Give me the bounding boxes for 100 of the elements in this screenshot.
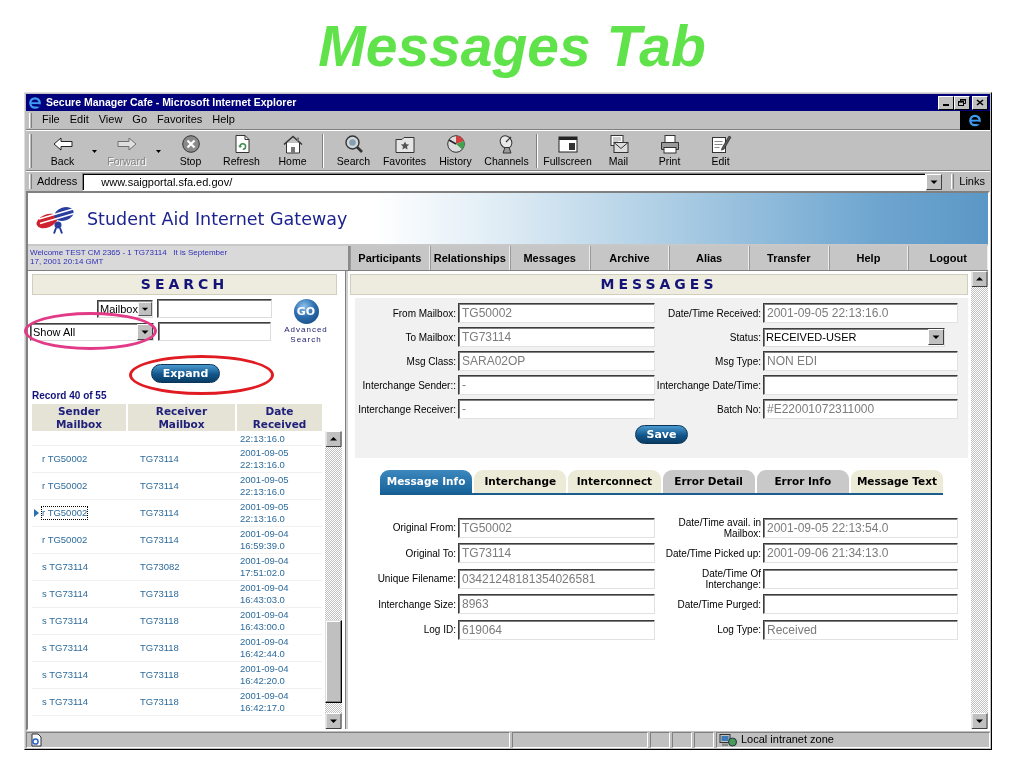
text-field[interactable] — [763, 568, 958, 589]
text-field[interactable]: 03421248181354026581 — [458, 568, 655, 589]
date-received[interactable]: 2001-09-04 16:43:03.0 — [240, 581, 322, 606]
text-field[interactable]: #E22001072311000 — [763, 399, 958, 419]
stop-button[interactable]: Stop — [165, 132, 216, 169]
date-received[interactable]: 2001-09-04 16:42:20.0 — [240, 662, 322, 687]
receiver-mailbox[interactable]: TG73114 — [140, 453, 179, 466]
receiver-mailbox[interactable]: TG73114 — [140, 507, 179, 520]
home-button[interactable]: Home — [267, 132, 318, 169]
menu-item[interactable]: Edit — [64, 113, 94, 127]
receiver-mailbox[interactable]: TG73118 — [140, 588, 179, 601]
text-field[interactable] — [763, 375, 958, 395]
text-field[interactable]: TG73114 — [458, 327, 655, 347]
caret-icon[interactable] — [92, 150, 97, 153]
sender-mailbox[interactable]: r TG50002 — [42, 480, 88, 492]
back-button[interactable]: Back — [37, 132, 88, 169]
text-field[interactable]: 8963 — [458, 594, 655, 615]
field-select[interactable]: Mailbox — [97, 299, 153, 318]
menu-item[interactable]: Favorites — [152, 113, 208, 127]
nav-link[interactable]: Participants — [350, 246, 430, 270]
text-field[interactable]: NON EDI — [763, 351, 958, 371]
text-field[interactable]: SARA02OP — [458, 351, 655, 371]
receiver-mailbox[interactable]: TG73114 — [140, 534, 179, 547]
go-button[interactable]: GO — [293, 299, 319, 324]
receiver-mailbox[interactable]: TG73118 — [140, 669, 179, 682]
scroll-up-arrow-icon[interactable] — [325, 431, 342, 447]
nav-link[interactable]: Archive — [589, 246, 670, 270]
menu-item[interactable]: Help — [207, 113, 240, 127]
edit-button[interactable]: Edit — [695, 132, 746, 169]
date-received[interactable]: 2001-09-04 16:42:44.0 — [240, 635, 322, 660]
sender-mailbox[interactable]: r TG50002 — [42, 507, 88, 519]
nav-link[interactable]: Help — [828, 246, 909, 270]
close-button[interactable] — [972, 95, 988, 110]
text-field[interactable]: TG50002 — [458, 517, 655, 538]
advanced-search-link[interactable]: Advanced Search — [281, 325, 331, 345]
receiver-mailbox[interactable]: TG73118 — [140, 615, 179, 628]
scrollbar-thumb[interactable] — [325, 620, 342, 703]
menu-item[interactable]: File — [37, 113, 65, 127]
date-received[interactable]: 2001-09-04 16:59:39.0 — [240, 527, 322, 552]
minimize-button[interactable] — [938, 95, 954, 110]
favorites-button[interactable]: Favorites — [379, 132, 430, 169]
scroll-up-arrow-icon[interactable] — [971, 271, 988, 287]
dropdown-arrow-icon[interactable] — [926, 173, 943, 190]
text-field[interactable]: TG73114 — [458, 543, 655, 564]
tab[interactable]: Message Text — [850, 470, 944, 493]
text-field[interactable]: TG50002 — [458, 303, 655, 323]
text-field[interactable]: 619064 — [458, 619, 655, 640]
receiver-mailbox[interactable]: TG73082 — [140, 561, 180, 574]
dropdown-arrow-icon[interactable] — [137, 300, 152, 317]
menu-item[interactable]: View — [93, 113, 128, 127]
text-field[interactable]: - — [458, 399, 655, 419]
sender-mailbox[interactable]: s TG73114 — [42, 588, 89, 600]
address-field[interactable]: www.saigportal.sfa.ed.gov/ — [82, 172, 927, 191]
menu-item[interactable]: Go — [127, 113, 153, 127]
expand-button[interactable]: Expand — [150, 364, 221, 383]
text-field[interactable]: Received — [763, 619, 958, 640]
text-field[interactable]: 2001-09-05 22:13:16.0 — [763, 303, 958, 323]
tab[interactable]: Interchange — [474, 470, 567, 493]
date-received[interactable]: 22:13:16.0 — [240, 432, 285, 445]
date-received[interactable]: 2001-09-04 16:43:00.0 — [240, 608, 322, 633]
history-button[interactable]: History — [430, 132, 481, 169]
restore-button[interactable] — [954, 95, 970, 110]
scroll-down-arrow-icon[interactable] — [971, 713, 988, 729]
sender-mailbox[interactable]: s TG73114 — [42, 642, 89, 654]
fullscreen-button[interactable]: Fullscreen — [542, 132, 593, 169]
scrollbar-track[interactable] — [325, 431, 342, 729]
channels-button[interactable]: Channels — [481, 132, 532, 169]
date-received[interactable]: 2001-09-04 16:42:17.0 — [240, 689, 322, 714]
nav-link[interactable]: Relationships — [429, 246, 510, 270]
sender-mailbox[interactable]: s TG73114 — [42, 561, 89, 573]
print-button[interactable]: Print — [644, 132, 695, 169]
receiver-mailbox[interactable]: TG73118 — [140, 642, 179, 655]
search-field[interactable] — [158, 322, 271, 341]
nav-link[interactable]: Transfer — [748, 246, 829, 270]
sender-mailbox[interactable]: s TG73114 — [42, 615, 89, 627]
nav-link[interactable]: Messages — [509, 246, 590, 270]
filter-select[interactable]: Show All — [30, 322, 154, 341]
dropdown-arrow-icon[interactable] — [137, 323, 153, 340]
scrollbar-track[interactable] — [971, 271, 988, 729]
tab[interactable]: Message Info — [380, 470, 473, 493]
date-received[interactable]: 2001-09-05 22:13:16.0 — [240, 500, 322, 525]
date-received[interactable]: 2001-09-05 22:13:16.0 — [240, 446, 322, 471]
status-select[interactable]: RECEIVED-USER — [763, 327, 945, 347]
refresh-button[interactable]: Refresh — [216, 132, 267, 169]
links-button[interactable]: Links — [959, 174, 987, 189]
nav-link[interactable]: Logout — [908, 246, 989, 270]
sender-mailbox[interactable]: s TG73114 — [42, 669, 89, 681]
tab[interactable]: Interconnect — [568, 470, 661, 493]
text-field[interactable]: - — [458, 375, 655, 395]
text-field[interactable]: 2001-09-06 21:34:13.0 — [763, 543, 958, 564]
sender-mailbox[interactable]: s TG73114 — [42, 696, 89, 708]
dropdown-arrow-icon[interactable] — [928, 329, 944, 345]
sender-mailbox[interactable]: r TG50002 — [42, 453, 88, 465]
receiver-mailbox[interactable]: TG73114 — [140, 480, 179, 493]
save-button[interactable]: Save — [634, 425, 689, 444]
sender-mailbox[interactable]: r TG50002 — [42, 534, 88, 546]
scroll-down-arrow-icon[interactable] — [325, 713, 342, 729]
text-field[interactable]: 2001-09-05 22:13:54.0 — [763, 517, 958, 538]
text-field[interactable] — [763, 594, 958, 615]
date-received[interactable]: 2001-09-05 22:13:16.0 — [240, 473, 322, 498]
